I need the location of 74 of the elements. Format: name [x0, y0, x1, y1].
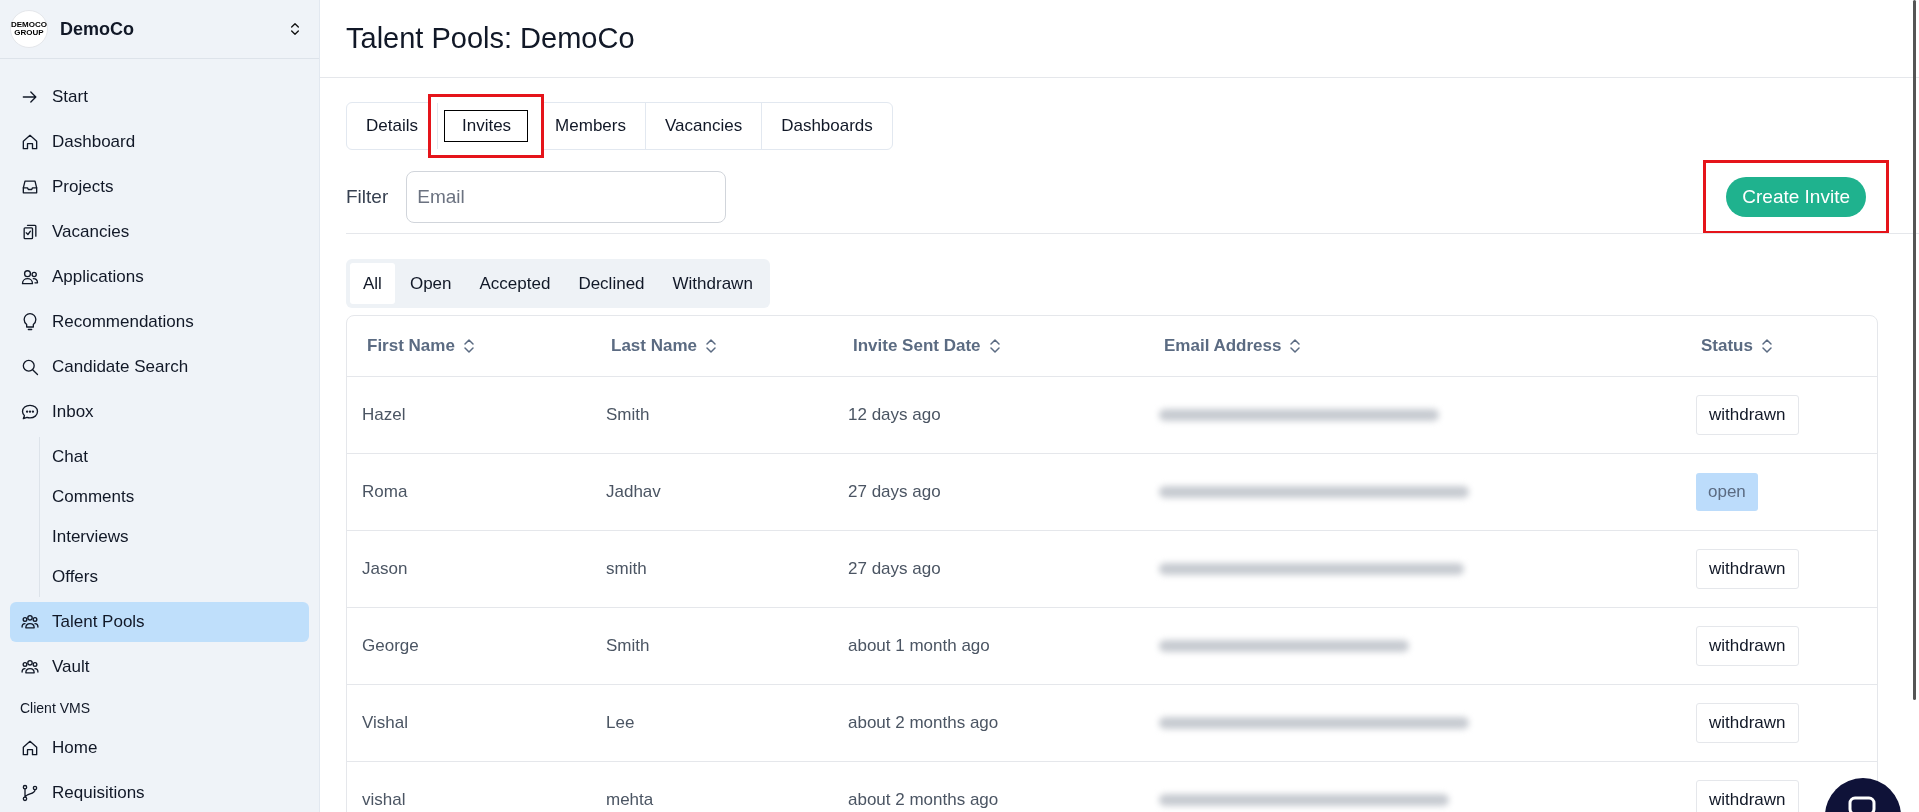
column-header[interactable]: Status [1701, 333, 1753, 359]
sort-icon[interactable] [1760, 338, 1773, 354]
table-cell: Smith [606, 636, 650, 656]
status-badge: withdrawn [1696, 626, 1799, 666]
house-icon [20, 738, 40, 758]
status-badge: withdrawn [1696, 780, 1799, 812]
status-filter-tab[interactable]: All [350, 263, 395, 304]
table-cell: Hazel [362, 405, 406, 425]
sidebar-item[interactable]: Vacancies [10, 212, 309, 252]
status-filter-tab[interactable]: Open [396, 263, 465, 304]
tab[interactable]: Vacancies [644, 103, 762, 149]
status-badge: withdrawn [1696, 395, 1799, 435]
status-badge: withdrawn [1696, 703, 1799, 743]
table-cell: about 2 months ago [848, 713, 999, 733]
sidebar-item[interactable]: Dashboard [10, 122, 309, 162]
sort-icon[interactable] [988, 338, 1001, 354]
column-header[interactable]: Email Address [1164, 333, 1282, 359]
table-cell: Jadhav [606, 482, 661, 502]
company-logo: DEMOCO GROUP [10, 10, 48, 48]
table-cell: Smith [606, 405, 650, 425]
sidebar-item[interactable]: Candidate Search [10, 347, 309, 387]
section-heading: Client VMS [19, 699, 92, 718]
status-badge: open [1696, 473, 1758, 511]
sidebar-subitem[interactable]: Chat [40, 437, 309, 477]
chat-bubble-icon [20, 402, 40, 422]
table-cell: George [362, 636, 419, 656]
table-cell: 12 days ago [848, 405, 941, 425]
sidebar-item[interactable]: Vault [10, 647, 309, 687]
sidebar-item[interactable]: Recommendations [10, 302, 309, 342]
sidebar-subitem[interactable]: Offers [40, 557, 309, 597]
sidebar-item[interactable]: Applications [10, 257, 309, 297]
tab[interactable]: Dashboards [761, 103, 892, 149]
page-title: Talent Pools: DemoCo [346, 20, 635, 56]
group-icon [20, 657, 40, 677]
tab[interactable]: Details [347, 103, 437, 149]
sidebar-subitem[interactable]: Comments [40, 477, 309, 517]
table-cell: 27 days ago [848, 559, 941, 579]
house-icon [20, 132, 40, 152]
org-name: DemoCo [60, 17, 135, 41]
status-filter-tab[interactable]: Withdrawn [659, 263, 766, 304]
branch-icon [20, 783, 40, 803]
people-icon [20, 267, 40, 287]
sidebar-item[interactable]: Home [10, 728, 309, 768]
table-cell: Roma [362, 482, 408, 502]
filter-label: Filter [346, 184, 389, 209]
sidebar-subitem[interactable]: Interviews [40, 517, 309, 557]
status-filter-tab[interactable]: Declined [565, 263, 658, 304]
sort-icon[interactable] [462, 338, 475, 354]
status-badge: withdrawn [1696, 549, 1799, 589]
sort-icon[interactable] [705, 338, 717, 354]
table-cell: about 1 month ago [848, 636, 990, 656]
email-filter-field[interactable]: Email [406, 171, 727, 223]
sort-icon[interactable] [1289, 338, 1302, 354]
tab[interactable]: Members [535, 103, 645, 149]
table-cell: Vishal [362, 713, 408, 733]
column-header[interactable]: First Name [367, 333, 455, 359]
status-filter-tab[interactable]: Accepted [466, 263, 564, 304]
sidebar-item[interactable]: Start [10, 77, 309, 117]
column-header[interactable]: Last Name [611, 333, 697, 359]
table-cell: Lee [606, 713, 635, 733]
sidebar-item[interactable]: Talent Pools [10, 602, 309, 642]
sidebar-item[interactable]: Projects [10, 167, 309, 207]
sidebar-item[interactable]: Requisitions [10, 773, 309, 812]
group-icon [20, 612, 40, 632]
table-cell: Jason [362, 559, 408, 579]
table-cell: about 2 months ago [848, 790, 999, 810]
sidebar-item[interactable]: Inbox [10, 392, 309, 432]
table-cell: mehta [606, 790, 654, 810]
table-cell: vishal [362, 790, 406, 810]
table-cell: 27 days ago [848, 482, 941, 502]
scrollbar[interactable] [1913, 0, 1916, 700]
table-cell: smith [606, 559, 647, 579]
column-header[interactable]: Invite Sent Date [853, 333, 981, 359]
search-icon [20, 357, 40, 377]
